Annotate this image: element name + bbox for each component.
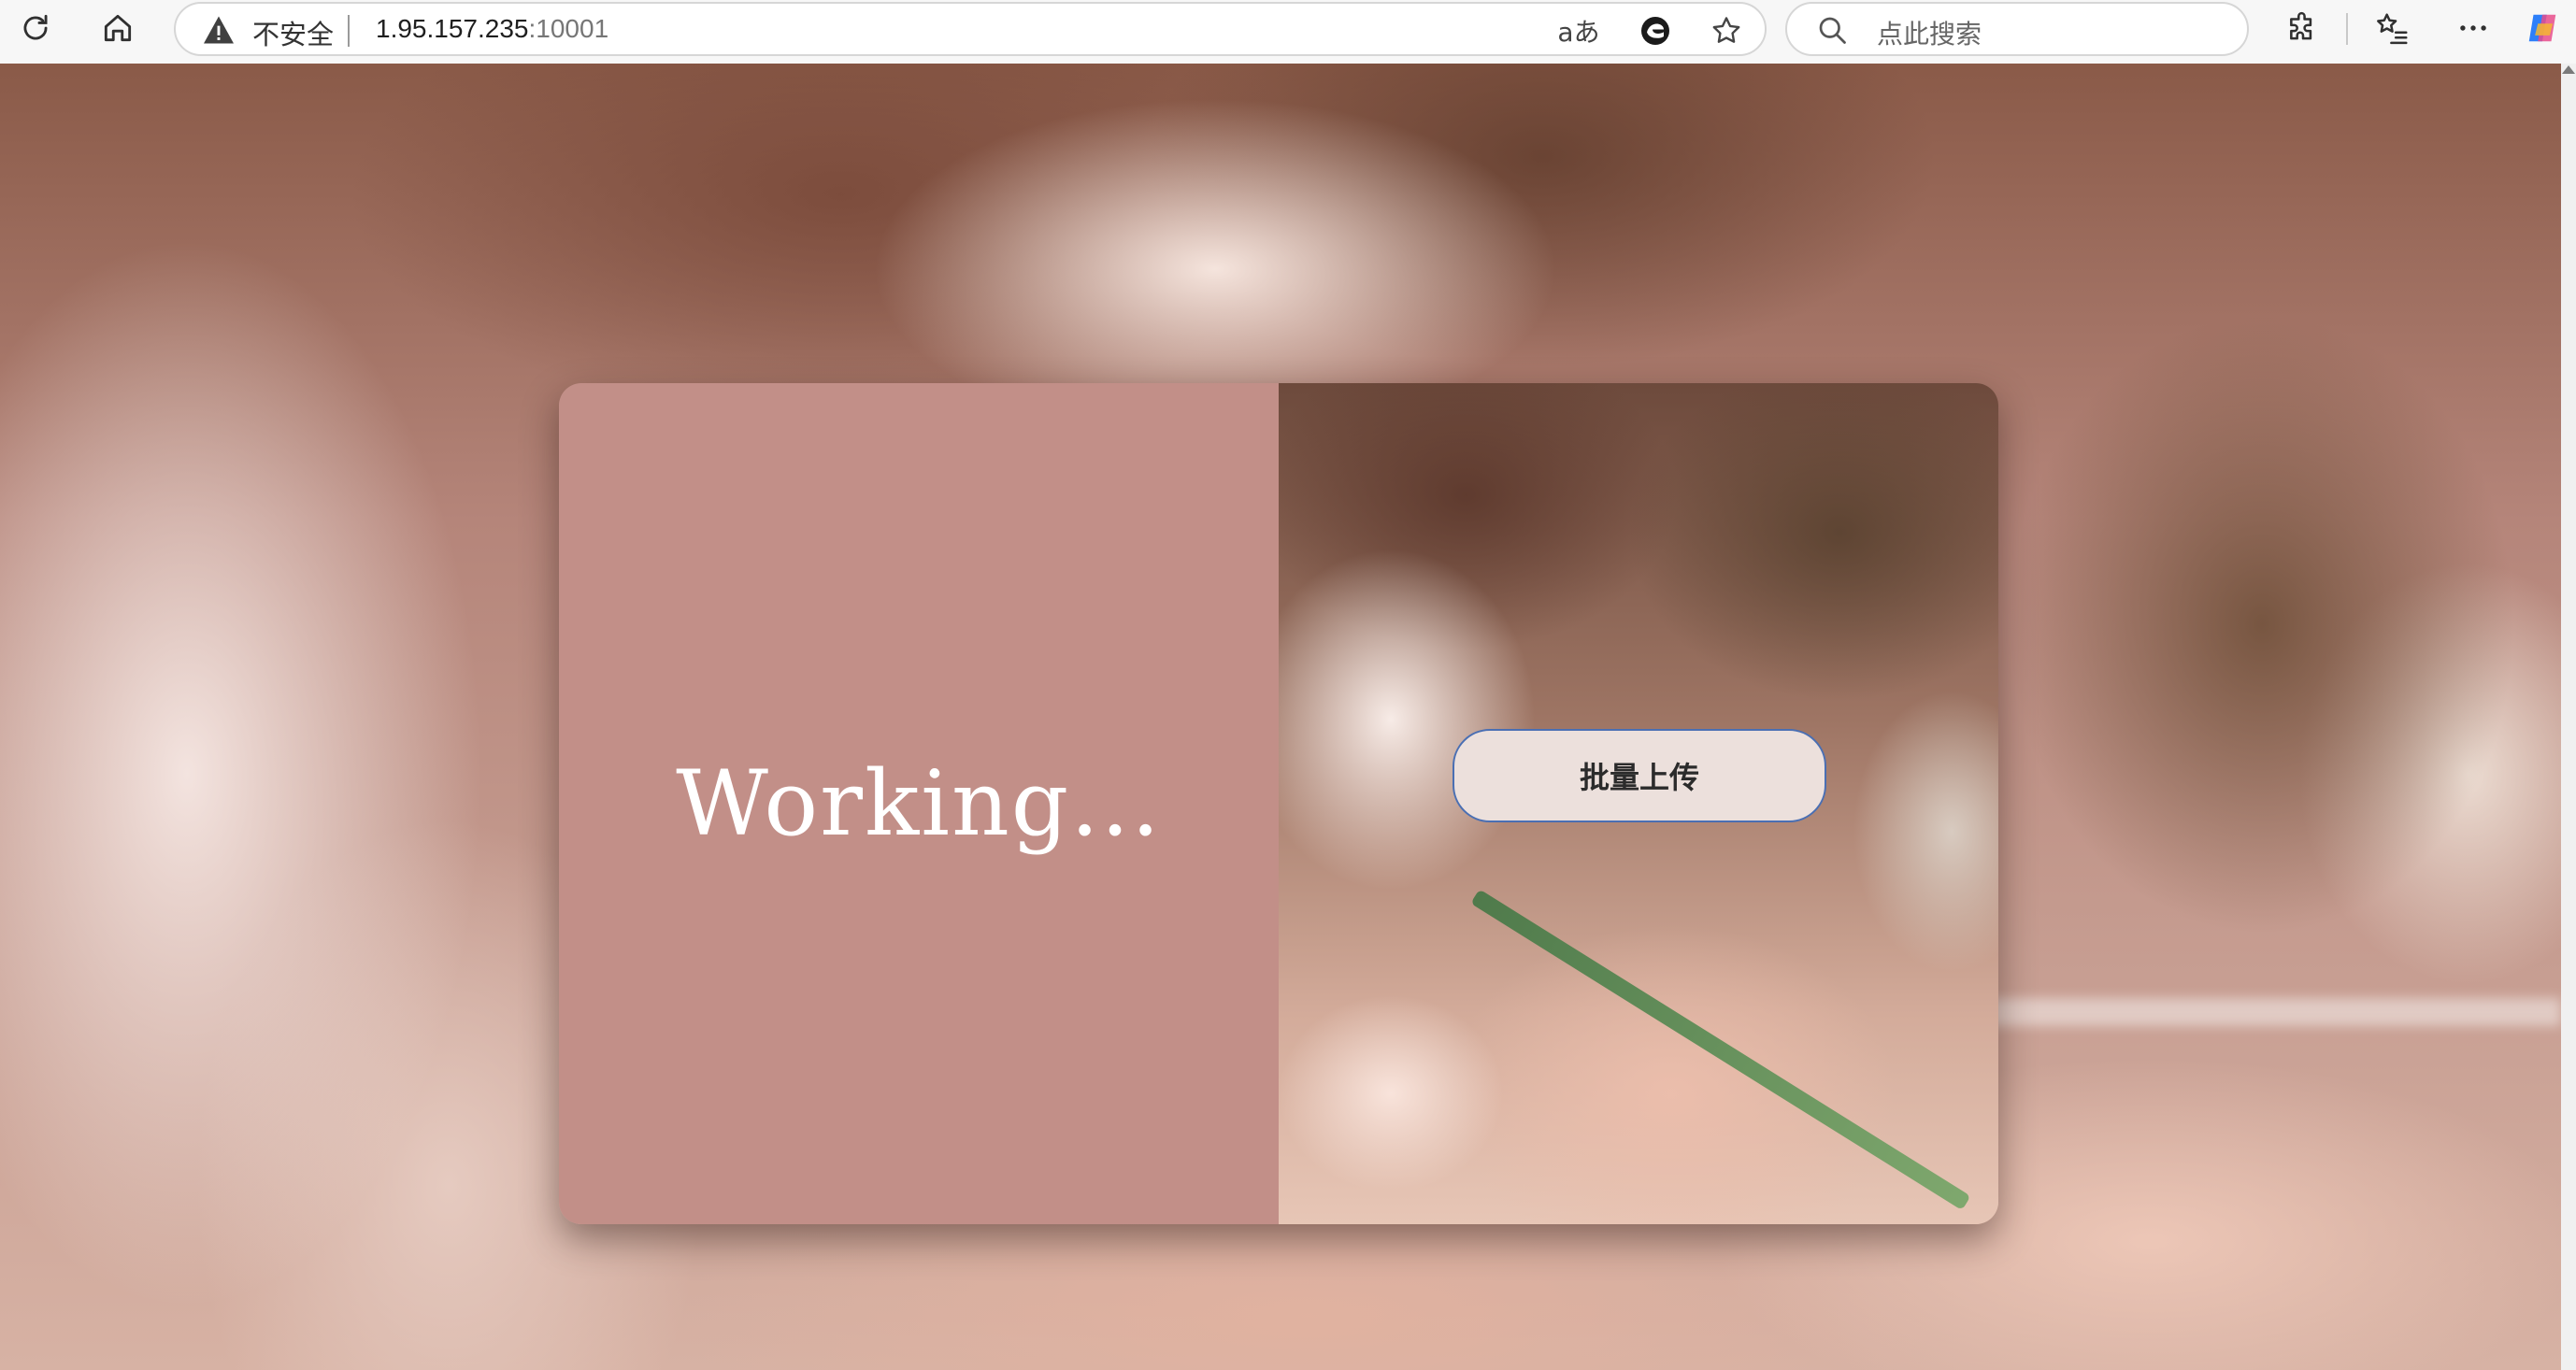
security-label[interactable]: 不安全: [252, 13, 334, 52]
read-aloud-label: aあ: [1557, 17, 1600, 48]
read-aloud-icon[interactable]: aあ: [1557, 9, 1600, 52]
puzzle-icon[interactable]: [2277, 2, 2329, 54]
url-port: :10001: [528, 14, 609, 43]
reload-icon[interactable]: [9, 2, 62, 54]
search-icon: [1819, 17, 1846, 44]
browser-toolbar: 不安全 1.95.157.235:10001 aあ 点此搜索: [0, 0, 2576, 64]
edge-icon[interactable]: [1634, 9, 1677, 52]
favorites-list-icon[interactable]: [2367, 2, 2419, 54]
background-detail: [1982, 998, 2561, 1026]
star-icon[interactable]: [1705, 9, 1748, 52]
status-text: Working...: [676, 751, 1162, 856]
address-bar[interactable]: 不安全 1.95.157.235:10001 aあ: [174, 2, 1767, 56]
url-host: 1.95.157.235: [376, 14, 529, 43]
search-placeholder: 点此搜索: [1877, 19, 1982, 50]
scroll-up-arrow-icon[interactable]: [2562, 65, 2575, 74]
batch-upload-button[interactable]: 批量上传: [1453, 729, 1826, 822]
pencil-graphic: [1470, 889, 1971, 1211]
copilot-icon[interactable]: [2520, 2, 2565, 54]
address-separator: [348, 15, 350, 47]
status-panel: Working...: [559, 383, 1279, 1224]
toolbar-divider: [2346, 13, 2348, 45]
url-text[interactable]: 1.95.157.235:10001: [376, 14, 608, 44]
more-icon[interactable]: [2447, 2, 2499, 54]
home-icon[interactable]: [92, 2, 144, 54]
search-box[interactable]: 点此搜索: [1785, 2, 2249, 56]
vertical-scrollbar[interactable]: [2561, 64, 2576, 1370]
warning-icon: [204, 16, 234, 44]
